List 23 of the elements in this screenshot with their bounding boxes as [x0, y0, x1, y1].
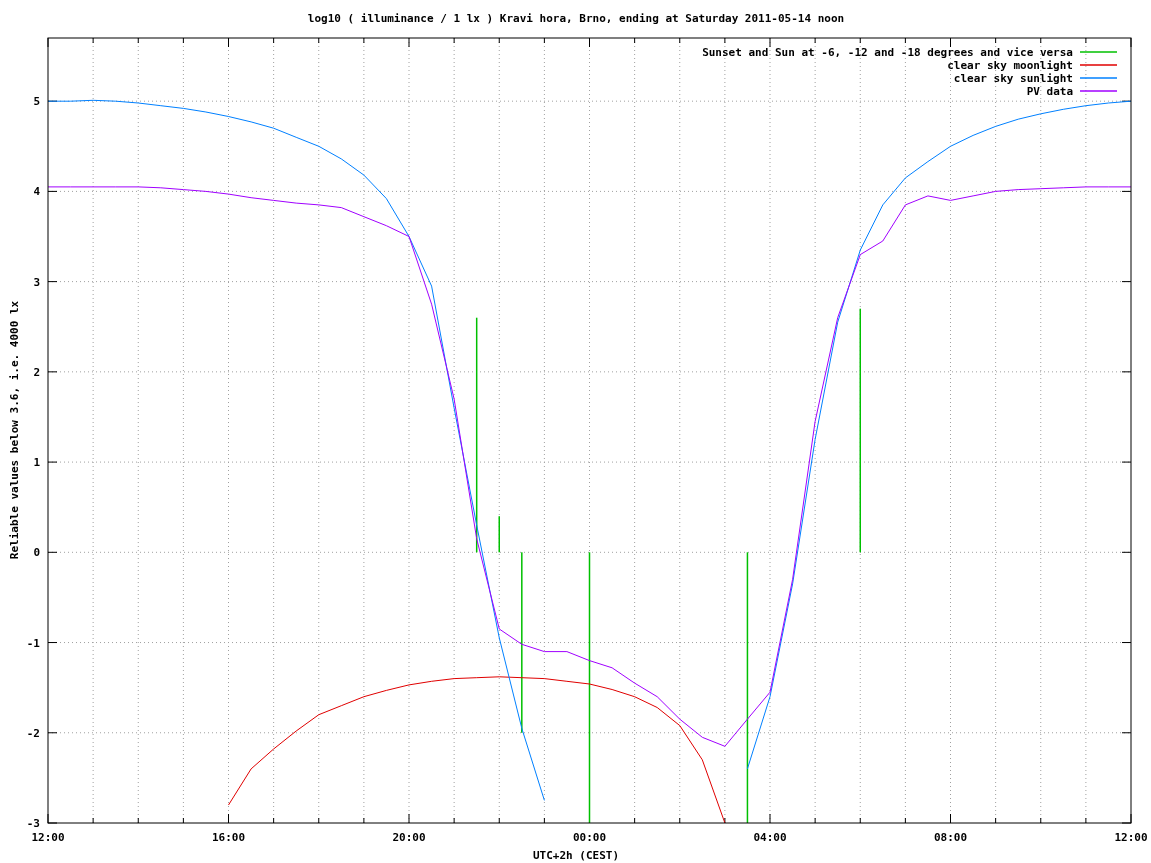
tick-label: 04:00	[753, 831, 787, 844]
legend-label: PV data	[1026, 85, 1073, 98]
tick-label: -1	[26, 636, 40, 650]
tick-label: 12:00	[1114, 831, 1148, 844]
tick-label: 08:00	[933, 831, 968, 844]
tick-label: 12:00	[31, 831, 65, 844]
tick-label: -3	[26, 817, 40, 830]
tick-label: 00:00	[572, 831, 607, 844]
legend-label: Sunset and Sun at -6, -12 and -18 degrees and vice versa	[702, 46, 1073, 59]
legend-label: clear sky moonlight	[947, 59, 1073, 72]
tick-label: 0	[33, 546, 40, 560]
axis-label: Reliable values below 3.6, i.e. 4000 lx	[8, 300, 21, 560]
tick-label: 16:00	[211, 831, 246, 844]
tick-label: 4	[33, 185, 40, 199]
tick-label: 3	[33, 275, 40, 289]
tick-label: 2	[33, 365, 40, 379]
tick-label: 20:00	[392, 831, 426, 844]
legend-label: clear sky sunlight	[953, 72, 1073, 85]
chart-title: log10 ( illuminance / 1 lx ) Kravi hora, Brno, ending at Saturday 2011-05-14 noon	[307, 12, 845, 25]
tick-label: -2	[26, 726, 40, 740]
tick-label: 1	[33, 456, 40, 470]
axis-label: UTC+2h (CEST)	[532, 849, 620, 862]
tick-label: 5	[33, 95, 40, 109]
